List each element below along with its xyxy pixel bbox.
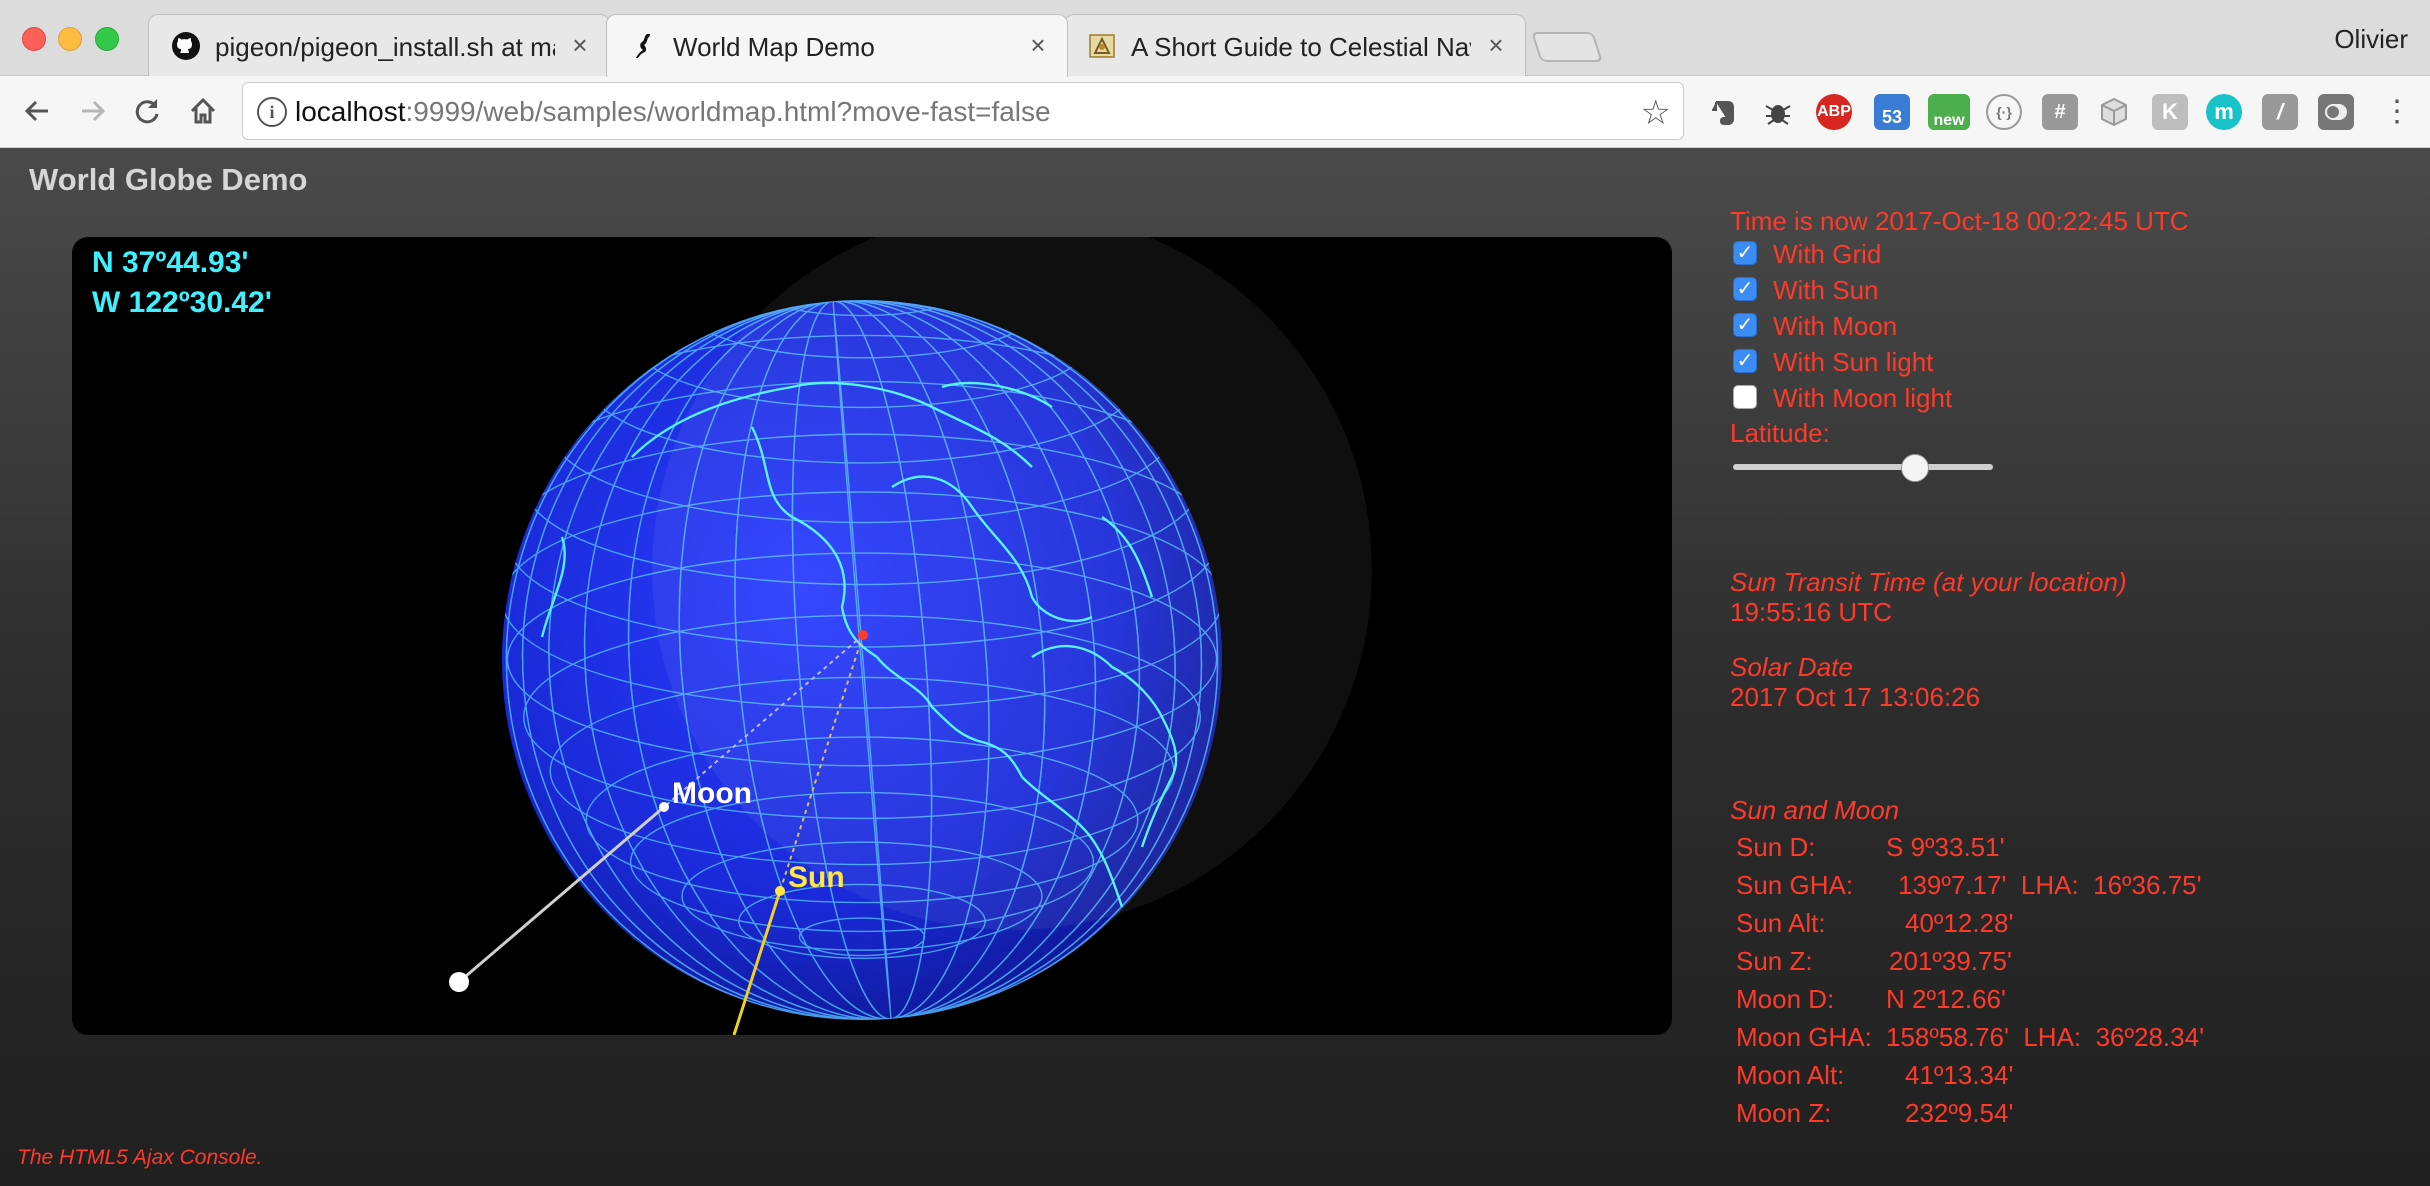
moon-body: [449, 972, 469, 992]
github-icon: [172, 32, 200, 60]
adblock-icon[interactable]: ABP: [1816, 94, 1852, 130]
back-button[interactable]: [14, 88, 60, 134]
option-label: With Sun light: [1773, 347, 1934, 377]
m-icon[interactable]: m: [2206, 94, 2242, 130]
home-icon: [190, 97, 216, 124]
sun-checkbox[interactable]: ✓: [1733, 277, 1757, 301]
position-readout: N 37º44.93' W 122º30.42': [92, 243, 272, 323]
json-viewer-icon[interactable]: {·}: [1986, 94, 2022, 130]
slash-icon[interactable]: /: [2262, 94, 2298, 130]
current-time: Time is now 2017-Oct-18 00:22:45 UTC: [1730, 206, 2189, 236]
url-text[interactable]: localhost:9999/web/samples/worldmap.html…: [295, 96, 1051, 128]
moon-label: Moon: [672, 777, 752, 810]
profile-name[interactable]: Olivier: [2334, 24, 2408, 55]
lizard-icon: [636, 34, 650, 58]
longitude-readout: W 122º30.42': [92, 286, 272, 319]
option-label: With Moon light: [1773, 383, 1953, 413]
astro-value: 40º12.28': [1905, 908, 2014, 938]
astro-key: Moon D:: [1736, 984, 1835, 1014]
globe-graphic[interactable]: Moon Sun: [72, 237, 1672, 1035]
sun-ground-point: [775, 886, 785, 896]
astro-value: 139º7.17' LHA: 16º36.75': [1898, 870, 2202, 900]
new-extension-icon[interactable]: new: [1928, 94, 1970, 130]
astro-key: Moon GHA:: [1736, 1022, 1872, 1052]
moon-ground-point: [659, 802, 669, 812]
reload-icon: [135, 99, 159, 124]
astro-value: 41º13.34': [1905, 1060, 2014, 1090]
transit-value: 19:55:16 UTC: [1730, 597, 1892, 627]
moon-checkbox[interactable]: ✓: [1733, 313, 1757, 337]
sunlight-shading: [652, 237, 1372, 930]
option-label: With Moon: [1773, 311, 1898, 341]
astro-value: N 2º12.66': [1886, 984, 2006, 1014]
maximize-window-button[interactable]: [95, 27, 119, 51]
page-content: World Globe Demo Moon Sun N 37º44.93' W …: [0, 148, 2430, 1186]
astro-key: Sun Z:: [1736, 946, 1813, 976]
browser-toolbar: i localhost:9999/web/samples/worldmap.ht…: [0, 76, 2430, 148]
solar-date-heading: Solar Date: [1730, 652, 1853, 682]
astro-value: 158º58.76' LHA: 36º28.34': [1886, 1022, 2205, 1052]
globe-canvas[interactable]: Moon Sun N 37º44.93' W 122º30.42': [72, 237, 1672, 1035]
close-tab-icon[interactable]: ×: [1481, 30, 1511, 61]
close-tab-icon[interactable]: ×: [1023, 30, 1053, 61]
tab-celestial-nav[interactable]: A Short Guide to Celestial Navi ×: [1064, 14, 1526, 76]
browser-menu-icon[interactable]: ⋮: [2374, 88, 2420, 134]
k-icon[interactable]: K: [2152, 94, 2188, 130]
tab-title: A Short Guide to Celestial Navi: [1131, 32, 1471, 62]
option-label: With Sun: [1773, 275, 1879, 305]
bookmark-star-icon[interactable]: ☆: [1641, 93, 1671, 133]
sextant-icon: [1089, 34, 1115, 58]
astro-value: S 9º33.51': [1886, 832, 2005, 862]
latitude-readout: N 37º44.93': [92, 246, 249, 279]
astro-value: 201º39.75': [1889, 946, 2012, 976]
address-bar[interactable]: i localhost:9999/web/samples/worldmap.ht…: [242, 82, 1684, 140]
weather-icon[interactable]: 53: [1874, 94, 1910, 130]
moon-light-checkbox[interactable]: [1733, 385, 1757, 409]
grid-checkbox[interactable]: ✓: [1733, 241, 1757, 265]
close-window-button[interactable]: [22, 27, 46, 51]
minimize-window-button[interactable]: [58, 27, 82, 51]
sun-light-checkbox[interactable]: ✓: [1733, 349, 1757, 373]
astro-key: Sun GHA:: [1736, 870, 1854, 900]
astro-value: 232º9.54': [1905, 1098, 2014, 1128]
solar-date-value: 2017 Oct 17 13:06:26: [1730, 682, 1981, 712]
astro-key: Sun D:: [1736, 832, 1816, 862]
home-button[interactable]: [180, 88, 226, 134]
tab-title: pigeon/pigeon_install.sh at ma: [215, 32, 555, 62]
sun-label: Sun: [788, 861, 845, 894]
bug-icon[interactable]: [1760, 94, 1796, 130]
new-tab-button[interactable]: [1531, 32, 1603, 62]
hash-icon[interactable]: #: [2042, 94, 2078, 130]
toggle-icon[interactable]: [2318, 94, 2354, 130]
slider-thumb[interactable]: [1901, 454, 1929, 482]
cube-icon[interactable]: [2096, 94, 2132, 130]
page-title: World Globe Demo: [29, 162, 308, 197]
tab-strip: pigeon/pigeon_install.sh at ma × World M…: [0, 0, 2430, 77]
arrow-right-icon: [82, 100, 106, 122]
observer-position-marker: [858, 630, 868, 640]
slider-track[interactable]: [1733, 464, 1993, 470]
forward-button[interactable]: [70, 88, 116, 134]
transit-heading: Sun Transit Time (at your location): [1730, 567, 2127, 597]
info-icon[interactable]: i: [257, 97, 287, 127]
option-label: With Grid: [1773, 239, 1882, 269]
latitude-label: Latitude:: [1730, 418, 1830, 448]
reload-button[interactable]: [124, 88, 170, 134]
latitude-slider[interactable]: [1733, 454, 1993, 482]
arrow-left-icon: [24, 100, 48, 122]
astro-key: Moon Z:: [1736, 1098, 1832, 1128]
tab-github[interactable]: pigeon/pigeon_install.sh at ma ×: [148, 14, 610, 76]
close-tab-icon[interactable]: ×: [565, 30, 595, 61]
tab-title: World Map Demo: [673, 32, 875, 62]
evernote-icon[interactable]: [1706, 94, 1742, 130]
astro-key: Moon Alt:: [1736, 1060, 1845, 1090]
console-note: The HTML5 Ajax Console.: [17, 1146, 263, 1169]
sun-moon-heading: Sun and Moon: [1730, 795, 1900, 825]
astro-key: Sun Alt:: [1736, 908, 1826, 938]
tab-world-map-demo[interactable]: World Map Demo ×: [606, 14, 1068, 77]
